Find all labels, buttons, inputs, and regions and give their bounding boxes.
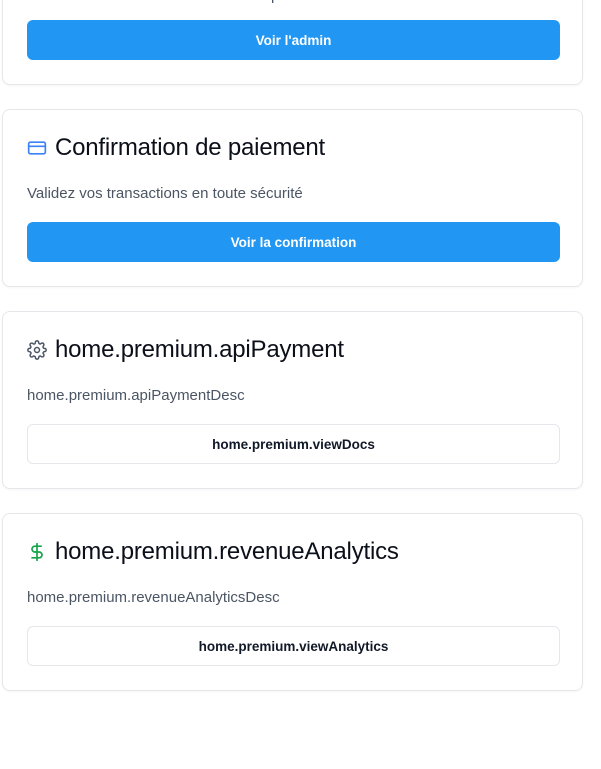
card-title: home.premium.revenueAnalytics xyxy=(55,538,399,565)
card-description: home.premium.apiPaymentDesc xyxy=(27,387,245,404)
api-payment-card: home.premium.apiPayment home.premium.api… xyxy=(2,311,583,489)
gear-icon xyxy=(27,340,47,360)
card-title: home.premium.apiPayment xyxy=(55,336,344,363)
view-analytics-button[interactable]: home.premium.viewAnalytics xyxy=(27,626,560,666)
view-admin-button[interactable]: Voir l'admin xyxy=(27,20,560,60)
card-header: Confirmation de paiement xyxy=(27,132,325,164)
card-title: Confirmation de paiement xyxy=(55,134,326,161)
admin-card: p Voir l'admin xyxy=(2,0,583,85)
card-description: home.premium.revenueAnalyticsDesc xyxy=(27,589,280,606)
card-header: home.premium.revenueAnalytics xyxy=(27,536,399,568)
view-docs-button[interactable]: home.premium.viewDocs xyxy=(27,424,560,464)
view-confirmation-button[interactable]: Voir la confirmation xyxy=(27,222,560,262)
card-description: Validez vos transactions en toute sécuri… xyxy=(27,185,303,202)
admin-card-description: p xyxy=(271,0,279,4)
revenue-analytics-card: home.premium.revenueAnalytics home.premi… xyxy=(2,513,583,691)
card-header: home.premium.apiPayment xyxy=(27,334,344,366)
credit-card-icon xyxy=(27,138,47,158)
dollar-icon xyxy=(27,542,47,562)
payment-confirmation-card: Confirmation de paiement Validez vos tra… xyxy=(2,109,583,287)
